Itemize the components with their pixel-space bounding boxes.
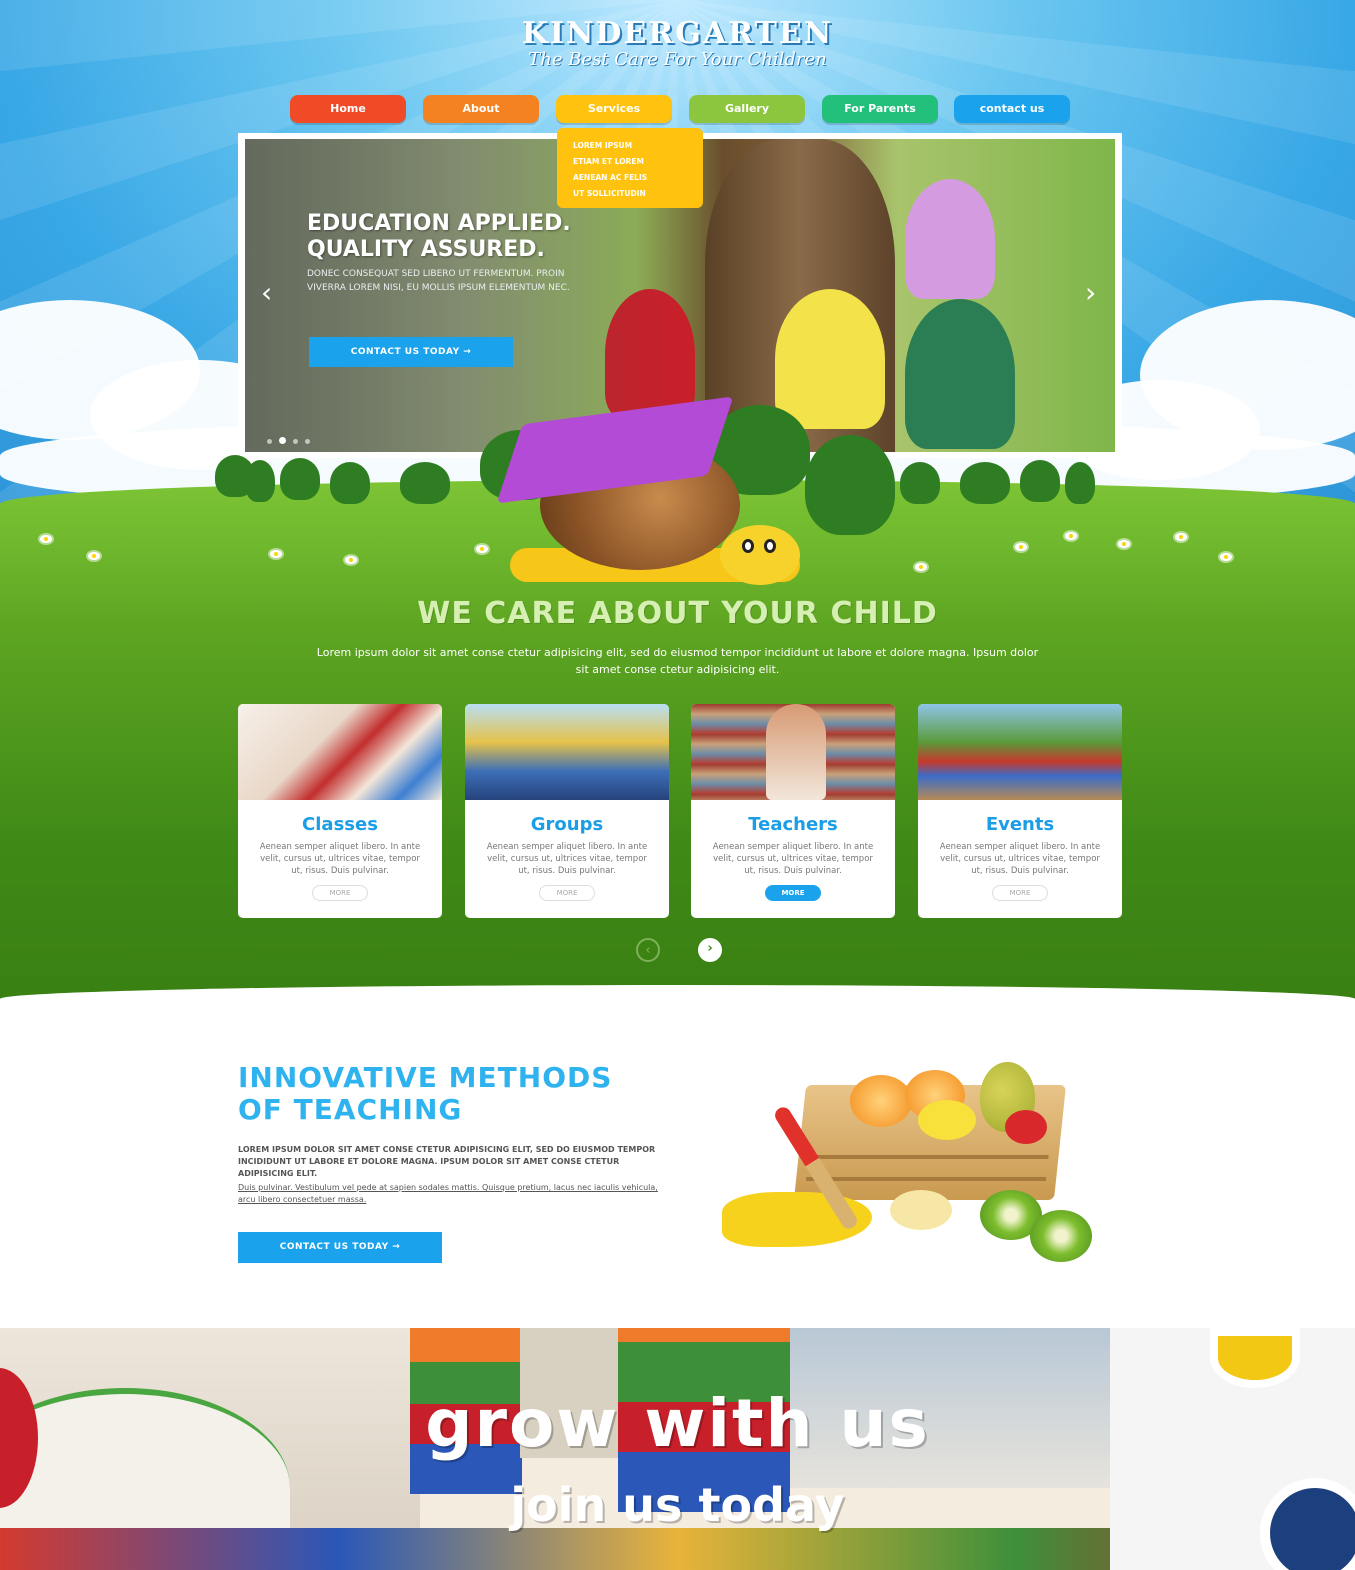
daisy-icon [40, 535, 52, 543]
nav-gallery[interactable]: Gallery [689, 95, 805, 123]
slide-contact-button[interactable]: CONTACT US TODAY → [309, 337, 513, 367]
crate-slat [808, 1155, 1049, 1159]
card-title: Classes [302, 814, 378, 835]
logo-subtitle: The Best Care For Your Children [528, 49, 827, 70]
slide-heading-line1: EDUCATION APPLIED. [307, 211, 571, 236]
card-title: Events [985, 814, 1055, 835]
care-title: WE CARE ABOUT YOUR CHILD [417, 596, 938, 631]
child-figure [905, 299, 1015, 449]
slider-dot-active[interactable] [279, 437, 286, 444]
banner-headline: grow with us [425, 1385, 930, 1462]
card-text: Aenean semper aliquet libero. In ante ve… [939, 842, 1101, 876]
card-classes[interactable]: Classes Aenean semper aliquet libero. In… [238, 704, 442, 918]
main-nav: Home About Services Gallery For Parents … [290, 95, 1070, 123]
card-more-button[interactable]: MORE [312, 885, 368, 901]
card-text: Aenean semper aliquet libero. In ante ve… [712, 842, 874, 876]
slider-prev-icon[interactable]: ‹ [261, 279, 272, 307]
section-divider-wave [0, 985, 1355, 1015]
crate-slat [805, 1177, 1047, 1181]
slide-heading-line2: QUALITY ASSURED. [307, 237, 545, 262]
card-more-button[interactable]: MORE [992, 885, 1048, 901]
methods-contact-button[interactable]: CONTACT US TODAY → [238, 1232, 442, 1263]
nav-contact[interactable]: contact us [954, 95, 1070, 123]
dropdown-item[interactable]: ETIAM ET LOREM [573, 154, 687, 170]
tree-illustration [960, 462, 1010, 504]
banner-subline: join us today [510, 1478, 845, 1532]
daisy-icon [915, 563, 927, 571]
teacher-figure [766, 704, 826, 800]
tree-illustration [900, 462, 940, 504]
card-image [465, 704, 669, 800]
daisy-icon [345, 556, 357, 564]
slider-next-icon[interactable]: › [1085, 279, 1096, 307]
daisy-icon [476, 545, 488, 553]
services-dropdown: LOREM IPSUM ETIAM ET LOREM AENEAN AC FEL… [557, 128, 703, 208]
daisy-icon [1015, 543, 1027, 551]
card-more-button[interactable]: MORE [539, 885, 595, 901]
tree-illustration [330, 462, 370, 504]
slider-dot[interactable] [305, 439, 310, 444]
daisy-icon [1118, 540, 1130, 548]
cards-next-icon[interactable]: › [698, 938, 722, 962]
orange-block [410, 1328, 522, 1362]
tree-illustration [805, 435, 895, 535]
slider-dot[interactable] [267, 439, 272, 444]
daisy-icon [88, 552, 100, 560]
card-groups[interactable]: Groups Aenean semper aliquet libero. In … [465, 704, 669, 918]
yellow-tube [1210, 1328, 1300, 1388]
methods-bold-text: LOREM IPSUM DOLOR SIT AMET CONSE CTETUR … [238, 1145, 656, 1178]
cards-prev-icon[interactable]: ‹ [636, 938, 660, 962]
dropdown-item[interactable]: LOREM IPSUM [573, 138, 687, 154]
orange-block [618, 1328, 790, 1342]
daisy-icon [270, 550, 282, 558]
methods-title-line1: INNOVATIVE METHODS [238, 1061, 613, 1094]
dropdown-item[interactable]: AENEAN AC FELIS [573, 170, 687, 186]
slider-dot[interactable] [293, 439, 298, 444]
card-text: Aenean semper aliquet libero. In ante ve… [486, 842, 648, 876]
site-logo[interactable]: KINDERGARTEN The Best Care For Your Chil… [0, 16, 1355, 70]
tree-illustration [245, 460, 275, 502]
daisy-icon [1175, 533, 1187, 541]
tree-illustration [1020, 460, 1060, 502]
strawberry-icon [1005, 1110, 1047, 1144]
card-title: Groups [530, 814, 604, 835]
methods-title: INNOVATIVE METHODS OF TEACHING [238, 1062, 698, 1126]
methods-title-line2: OF TEACHING [238, 1093, 463, 1126]
services-cards: Classes Aenean semper aliquet libero. In… [238, 704, 1122, 918]
nav-home[interactable]: Home [290, 95, 406, 123]
tree-illustration [400, 462, 450, 504]
methods-link-text[interactable]: Duis pulvinar. Vestibulum vel pede at sa… [238, 1182, 668, 1206]
nav-about[interactable]: About [423, 95, 539, 123]
slider-dots [267, 429, 317, 448]
tree-illustration [1065, 462, 1095, 504]
nav-for-parents[interactable]: For Parents [822, 95, 938, 123]
care-text: Lorem ipsum dolor sit amet conse ctetur … [316, 646, 1039, 676]
card-title: Teachers [748, 814, 838, 835]
card-teachers[interactable]: Teachers Aenean semper aliquet libero. I… [691, 704, 895, 918]
card-image [691, 704, 895, 800]
daisy-icon [1065, 532, 1077, 540]
snail-eye [764, 539, 776, 553]
nav-services[interactable]: Services [556, 95, 672, 123]
snail-eye [742, 539, 754, 553]
child-figure [775, 289, 885, 429]
slide-text: DONEC CONSEQUAT SED LIBERO UT FERMENTUM.… [307, 269, 570, 293]
logo-title: KINDERGARTEN [521, 16, 834, 51]
tree-illustration [280, 458, 320, 500]
child-figure [905, 179, 995, 299]
kiwi-icon [1030, 1210, 1092, 1262]
card-more-button[interactable]: MORE [765, 885, 821, 901]
slide-heading: EDUCATION APPLIED. QUALITY ASSURED. [307, 211, 571, 263]
daisy-icon [1220, 553, 1232, 561]
card-image [238, 704, 442, 800]
card-text: Aenean semper aliquet libero. In ante ve… [259, 842, 421, 876]
card-events[interactable]: Events Aenean semper aliquet libero. In … [918, 704, 1122, 918]
orange-icon [850, 1075, 912, 1127]
banana-slice-icon [890, 1190, 952, 1230]
dropdown-item[interactable]: UT SOLLICITUDIN [573, 186, 687, 202]
snail-head [720, 525, 800, 585]
lemon-icon [918, 1100, 976, 1140]
card-image [918, 704, 1122, 800]
